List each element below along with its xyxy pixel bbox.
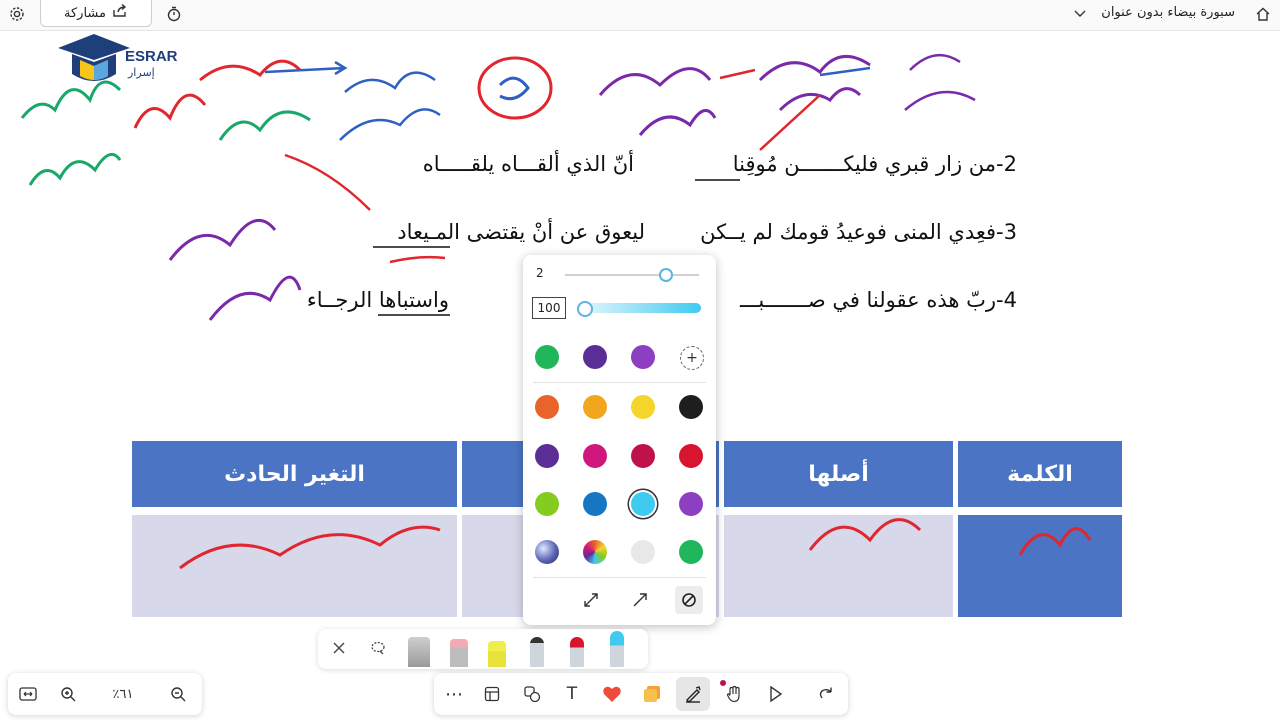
verse-4-first-half: 4-ربّ هذه عقولنا في صـــــــبـــ <box>739 288 1017 312</box>
logo-name: ESRAR <box>125 48 178 65</box>
table-header-change: التغير الحادث <box>132 441 457 507</box>
shapes-icon[interactable] <box>514 673 550 715</box>
eraser-tool-icon[interactable] <box>450 639 468 667</box>
reactions-heart-icon[interactable] <box>594 673 630 715</box>
table-cell-origin[interactable] <box>724 515 953 617</box>
palette-color-swatch[interactable] <box>583 395 607 419</box>
document-title[interactable]: سبورة بيضاء بدون عنوان <box>1101 5 1235 20</box>
table-cell-change[interactable] <box>132 515 457 617</box>
home-icon[interactable] <box>1252 3 1274 25</box>
templates-icon[interactable] <box>474 673 510 715</box>
zoom-level[interactable]: ٪٦١ <box>100 673 146 715</box>
pen-settings-popup: 2 100 + <box>523 255 716 625</box>
no-arrow-icon[interactable] <box>675 586 703 614</box>
palette-color-swatch[interactable] <box>679 492 703 516</box>
chevron-down-icon[interactable] <box>1071 4 1089 24</box>
main-toolbar: ⋯ T <box>434 673 848 715</box>
palette-color-swatch[interactable] <box>583 492 607 516</box>
redo-icon[interactable] <box>808 673 844 715</box>
hand-pan-icon[interactable] <box>716 673 752 715</box>
recent-color-swatch[interactable] <box>583 345 607 369</box>
pen-opacity-slider-handle[interactable] <box>577 301 593 317</box>
palette-color-swatch[interactable] <box>679 444 703 468</box>
popup-divider <box>533 577 706 578</box>
fit-to-screen-icon[interactable] <box>10 673 46 715</box>
pen-tray <box>318 629 648 669</box>
red-pen-tool-icon[interactable] <box>570 637 584 667</box>
palette-color-swatch[interactable] <box>631 395 655 419</box>
close-icon[interactable] <box>328 637 350 659</box>
palette-color-swatch[interactable] <box>583 540 607 564</box>
blue-pen-tool-icon[interactable] <box>610 631 624 667</box>
verse-3-second-half: ليعوق عن أنْ يقتضى المـيعاد <box>397 220 645 244</box>
palette-color-swatch[interactable] <box>679 540 703 564</box>
pen-opacity-value[interactable]: 100 <box>532 297 566 319</box>
select-pointer-icon[interactable] <box>758 673 794 715</box>
arrow-line-icon[interactable] <box>628 588 652 612</box>
recent-color-swatch[interactable] <box>631 345 655 369</box>
verse-4-second-half: واستباها الرجــاء <box>306 288 449 312</box>
table-header-origin: أصلها <box>724 441 953 507</box>
popup-divider <box>533 382 706 383</box>
zoom-in-icon[interactable] <box>50 673 86 715</box>
pen-opacity-slider-track[interactable] <box>581 303 701 313</box>
palette-color-swatch[interactable] <box>535 444 559 468</box>
pen-size-slider-handle[interactable] <box>658 268 673 282</box>
more-options-icon[interactable]: ⋯ <box>436 673 472 715</box>
verse-2-second-half: أنّ الذي ألقـــاه يلقـــــاه <box>422 152 634 176</box>
table-cell-word[interactable] <box>958 515 1122 617</box>
palette-color-swatch[interactable] <box>535 492 559 516</box>
ruler-tool-icon[interactable] <box>408 637 430 667</box>
verse-3-first-half: 3-فعِدي المنى فوعيدُ قومك لم يــكن <box>700 220 1017 244</box>
pen-size-slider-track[interactable] <box>565 274 699 276</box>
top-bar: مشاركة سبورة بيضاء بدون عنوان <box>0 0 1280 31</box>
verse-2-first-half: 2-من زار قبري فليكـــــــن مُوقِنا <box>732 152 1017 176</box>
logo-subtitle: إسرار <box>128 66 155 79</box>
highlighter-tool-icon[interactable] <box>488 641 506 667</box>
expand-arrows-icon[interactable] <box>579 588 603 612</box>
add-color-button[interactable]: + <box>680 346 704 370</box>
table-header-word: الكلمة <box>958 441 1122 507</box>
settings-gear-icon[interactable] <box>6 3 28 25</box>
timer-icon[interactable] <box>163 3 185 25</box>
black-pen-tool-icon[interactable] <box>530 637 544 667</box>
inking-tool-icon[interactable] <box>676 677 710 711</box>
pen-size-value: 2 <box>536 266 544 280</box>
palette-color-swatch[interactable] <box>583 444 607 468</box>
palette-color-swatch[interactable] <box>631 492 655 516</box>
palette-color-swatch[interactable] <box>535 540 559 564</box>
share-button[interactable]: مشاركة <box>40 0 152 27</box>
palette-color-swatch[interactable] <box>679 395 703 419</box>
zoom-toolbar: ٪٦١ <box>8 673 202 715</box>
lasso-select-icon[interactable] <box>367 637 389 659</box>
share-button-label: مشاركة <box>64 5 106 21</box>
palette-color-swatch[interactable] <box>631 444 655 468</box>
share-icon <box>112 3 128 22</box>
text-tool-icon[interactable]: T <box>554 673 590 715</box>
palette-color-swatch[interactable] <box>535 395 559 419</box>
palette-color-swatch[interactable] <box>631 540 655 564</box>
sticky-notes-icon[interactable] <box>634 673 670 715</box>
recent-color-swatch[interactable] <box>535 345 559 369</box>
zoom-out-icon[interactable] <box>160 673 196 715</box>
